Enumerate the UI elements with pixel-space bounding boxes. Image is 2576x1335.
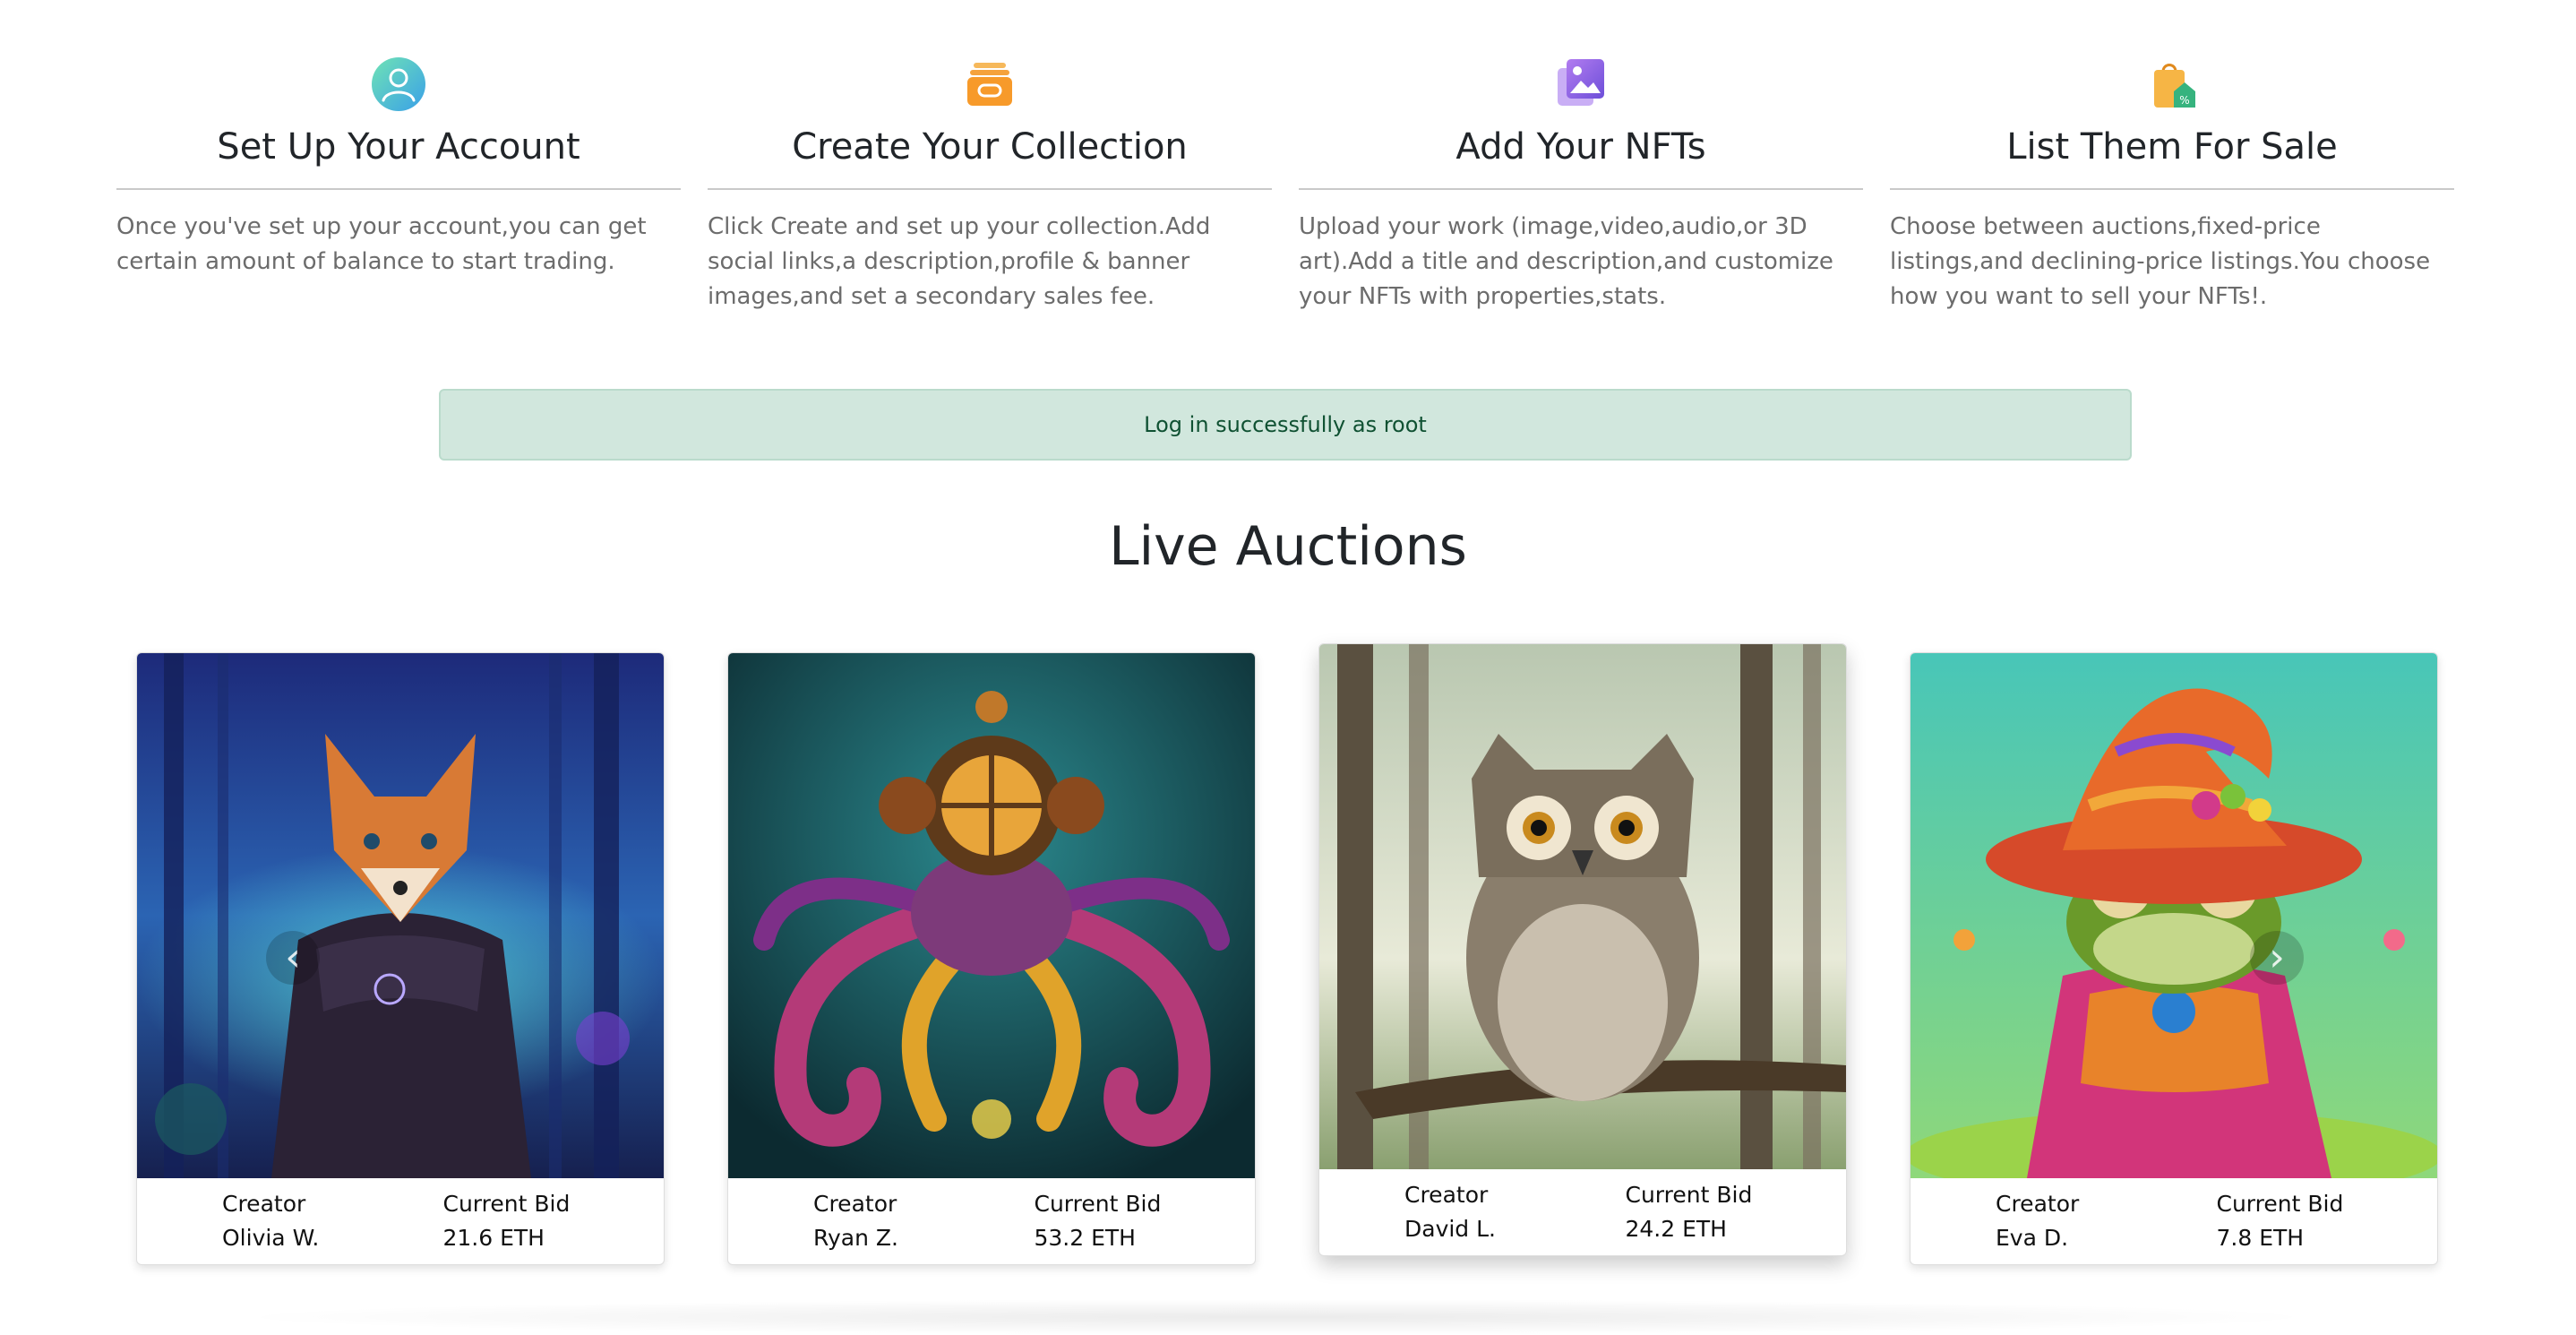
divider — [708, 188, 1272, 190]
auction-card-info: Creator Olivia W. Current Bid 21.6 ETH — [137, 1178, 664, 1264]
auction-card[interactable]: Creator Olivia W. Current Bid 21.6 ETH — [136, 652, 665, 1265]
step-title: List Them For Sale — [2006, 126, 2338, 168]
step-title: Set Up Your Account — [217, 126, 580, 168]
chevron-left-icon: ‹ — [285, 934, 301, 980]
current-bid-value: 53.2 ETH — [1034, 1225, 1136, 1251]
creator-label: Creator — [222, 1191, 306, 1217]
current-bid-label: Current Bid — [442, 1191, 571, 1217]
auction-card-info: Creator Ryan Z. Current Bid 53.2 ETH — [728, 1178, 1255, 1264]
collection-icon — [967, 63, 1012, 106]
step-title: Create Your Collection — [792, 126, 1188, 168]
current-bid-value: 7.8 ETH — [2216, 1225, 2305, 1251]
bid-column: Current Bid 24.2 ETH — [1626, 1178, 1847, 1246]
step-description: Click Create and set up your collection.… — [708, 213, 1211, 310]
creator-label: Creator — [1996, 1191, 2080, 1217]
creator-column: Creator Olivia W. — [222, 1187, 443, 1255]
fox-in-cloak-artwork[interactable] — [137, 653, 664, 1178]
step-description: Upload your work (image,video,audio,or 3… — [1299, 213, 1833, 310]
bid-column: Current Bid 21.6 ETH — [443, 1187, 665, 1255]
how-it-works-steps: Set Up Your Account Once you've set up y… — [116, 56, 2456, 324]
step-account: Set Up Your Account Once you've set up y… — [116, 56, 681, 280]
divider — [1890, 188, 2454, 190]
creator-label: Creator — [813, 1191, 897, 1217]
creator-name: David L. — [1404, 1216, 1497, 1242]
step-sale: % List Them For Sale Choose between auct… — [1890, 56, 2454, 314]
frog-wizard-artwork[interactable] — [1911, 653, 2437, 1178]
step-title: Add Your NFTs — [1455, 126, 1706, 168]
step-nfts: Add Your NFTs Upload your work (image,vi… — [1299, 56, 1863, 314]
current-bid-label: Current Bid — [1034, 1191, 1162, 1217]
section-shadow — [224, 1299, 2329, 1335]
step-description: Once you've set up your account,you can … — [116, 213, 647, 275]
carousel-next-button[interactable]: › — [2250, 931, 2304, 985]
login-success-alert: Log in successfully as root — [439, 389, 2132, 461]
creator-column: Creator Eva D. — [1996, 1187, 2217, 1255]
alert-message: Log in successfully as root — [1144, 412, 1427, 437]
step-collection: Create Your Collection Click Create and … — [708, 56, 1272, 314]
auction-card[interactable]: Creator David L. Current Bid 24.2 ETH — [1318, 643, 1847, 1256]
image-gallery-icon — [1558, 59, 1604, 106]
current-bid-value: 21.6 ETH — [442, 1225, 545, 1251]
bid-column: Current Bid 7.8 ETH — [2217, 1187, 2438, 1255]
live-auctions-title: Live Auctions — [1109, 515, 1467, 578]
shopping-bag-icon: % — [2154, 64, 2195, 108]
owl-on-branch-artwork[interactable] — [1319, 644, 1846, 1169]
creator-label: Creator — [1404, 1182, 1489, 1208]
divider — [1299, 188, 1863, 190]
current-bid-value: 24.2 ETH — [1625, 1216, 1727, 1242]
auction-card[interactable]: Creator Ryan Z. Current Bid 53.2 ETH — [727, 652, 1256, 1265]
auctions-carousel: Creator Olivia W. Current Bid 21.6 ETH C… — [134, 642, 2442, 1269]
creator-column: Creator David L. — [1404, 1178, 1626, 1246]
auction-card[interactable]: Creator Eva D. Current Bid 7.8 ETH — [1910, 652, 2438, 1265]
carousel-prev-button[interactable]: ‹ — [266, 931, 320, 985]
current-bid-label: Current Bid — [1625, 1182, 1753, 1208]
svg-text:%: % — [2179, 94, 2189, 107]
auction-card-info: Creator Eva D. Current Bid 7.8 ETH — [1911, 1178, 2437, 1264]
step-description: Choose between auctions,fixed-price list… — [1890, 213, 2431, 310]
creator-column: Creator Ryan Z. — [813, 1187, 1035, 1255]
auction-card-info: Creator David L. Current Bid 24.2 ETH — [1319, 1169, 1846, 1255]
chevron-right-icon: › — [2269, 934, 2285, 980]
user-icon — [372, 57, 425, 111]
psychedelic-octopus-artwork[interactable] — [728, 653, 1255, 1178]
divider — [116, 188, 681, 190]
creator-name: Olivia W. — [222, 1225, 320, 1251]
bid-column: Current Bid 53.2 ETH — [1035, 1187, 1256, 1255]
creator-name: Ryan Z. — [813, 1225, 898, 1251]
creator-name: Eva D. — [1996, 1225, 2069, 1251]
current-bid-label: Current Bid — [2216, 1191, 2344, 1217]
